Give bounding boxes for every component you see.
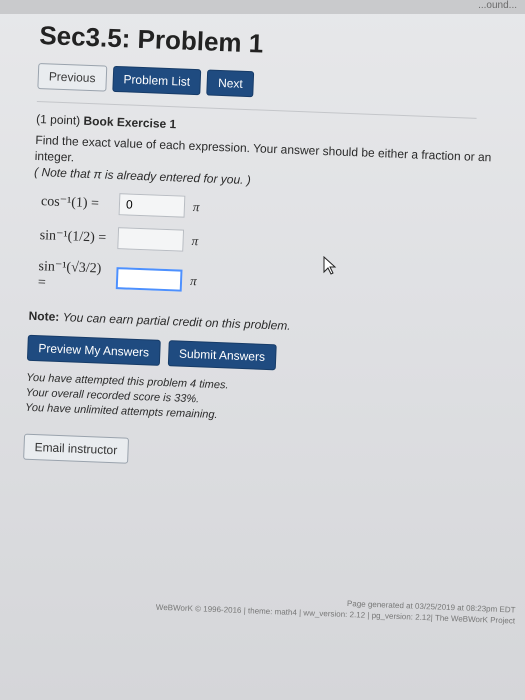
answer-input-1[interactable]: [118, 193, 186, 218]
expression: cos⁻¹(1) =: [40, 193, 100, 211]
answer-input-3[interactable]: [115, 266, 183, 292]
top-right-text: ...ound...: [478, 0, 517, 11]
expression: sin⁻¹(√3/2) =: [37, 259, 102, 291]
email-instructor-button[interactable]: Email instructor: [23, 433, 129, 464]
book-exercise-label: Book Exercise 1: [83, 113, 177, 132]
pi-suffix: π: [192, 199, 200, 215]
answer-row: cos⁻¹(1) = π: [41, 190, 504, 230]
answer-input-2[interactable]: [117, 227, 185, 252]
problem-page: Sec3.5: Problem 1 Previous Problem List …: [23, 20, 510, 478]
mouse-pointer-icon: [323, 256, 337, 275]
browser-top-strip: ...ound...: [0, 0, 525, 14]
points-label: (1 point): [35, 111, 81, 128]
answer-row: sin⁻¹(1/2) = π: [39, 224, 502, 264]
partial-credit-note: Note: You can earn partial credit on thi…: [28, 309, 498, 341]
answer-row: sin⁻¹(√3/2) = π: [38, 258, 501, 309]
expression: sin⁻¹(1/2) =: [39, 227, 107, 246]
attempt-status: You have attempted this problem 4 times.…: [25, 371, 496, 434]
preview-answers-button[interactable]: Preview My Answers: [26, 334, 161, 366]
submit-answers-button[interactable]: Submit Answers: [167, 340, 277, 371]
answer-actions: Preview My Answers Submit Answers: [26, 334, 498, 379]
note-label: Note:: [28, 308, 60, 324]
next-button[interactable]: Next: [206, 69, 255, 98]
pi-suffix: π: [191, 232, 199, 249]
problem-instructions: Find the exact value of each expression.…: [34, 132, 505, 198]
previous-button[interactable]: Previous: [37, 62, 107, 92]
note-text: You can earn partial credit on this prob…: [62, 310, 291, 333]
problem-nav: Previous Problem List Next: [37, 62, 508, 107]
pi-suffix: π: [189, 272, 197, 288]
problem-list-button[interactable]: Problem List: [111, 65, 202, 96]
